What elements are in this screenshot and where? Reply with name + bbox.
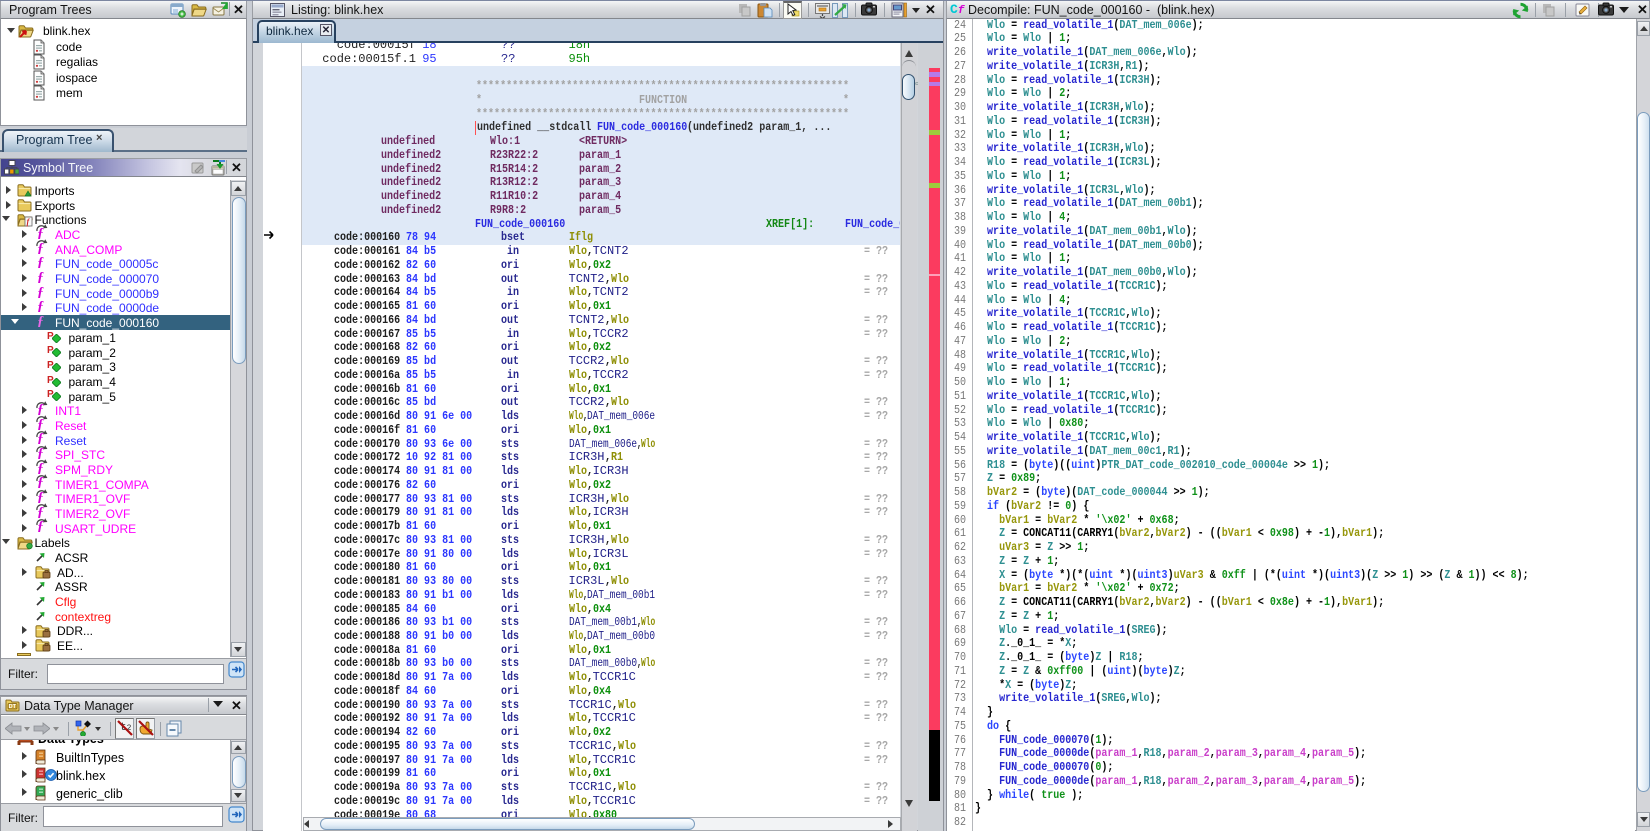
svg-text:DT: DT bbox=[9, 704, 17, 710]
